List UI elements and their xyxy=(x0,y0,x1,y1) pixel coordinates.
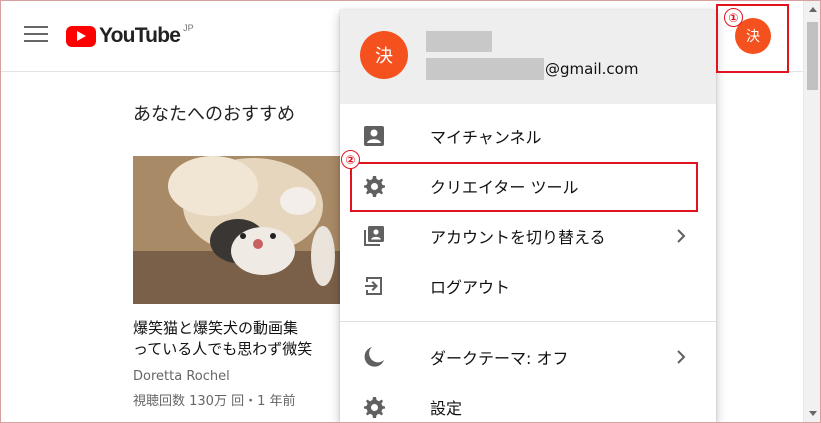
logo-region: JP xyxy=(183,23,194,33)
chevron-right-icon xyxy=(677,229,686,243)
account-menu: 決 @gmail.com マイチャンネル クリエイター ツール アカウントを切り… xyxy=(340,10,716,423)
gear-icon xyxy=(364,397,385,418)
annotation-marker-1: ① xyxy=(724,8,743,27)
menu-item-label: ログアウト xyxy=(430,278,511,297)
menu-item-label: アカウントを切り替える xyxy=(430,228,606,247)
section-title: あなたへのおすすめ xyxy=(133,104,295,125)
moon-icon xyxy=(364,347,384,367)
hamburger-menu-icon[interactable] xyxy=(24,26,48,46)
scroll-down-arrow-icon[interactable] xyxy=(809,411,817,416)
email-suffix: @gmail.com xyxy=(545,60,639,78)
menu-item-label: マイチャンネル xyxy=(430,128,542,147)
video-title[interactable]: 爆笑猫と爆笑犬の動画集 っている人でも思わず微笑 xyxy=(133,318,343,360)
page-scrollbar[interactable] xyxy=(803,0,821,423)
scroll-up-arrow-icon[interactable] xyxy=(809,7,817,12)
switch-account-icon xyxy=(364,226,384,246)
channel-name[interactable]: Doretta Rochel xyxy=(133,369,230,384)
annotation-marker-2: ② xyxy=(341,150,360,169)
youtube-logo[interactable]: YouTube JP xyxy=(66,23,194,48)
account-box-icon xyxy=(364,126,384,146)
video-meta: 視聴回数 130万 回・1 年前 xyxy=(133,394,296,409)
menu-item-my-channel[interactable]: マイチャンネル xyxy=(340,111,716,161)
menu-item-label: クリエイター ツール xyxy=(430,178,579,197)
gear-icon xyxy=(364,176,385,197)
account-avatar: 決 xyxy=(360,31,408,79)
menu-divider xyxy=(340,321,716,322)
redacted-email xyxy=(426,58,544,80)
menu-item-settings[interactable]: 設定 xyxy=(340,382,716,423)
scroll-thumb[interactable] xyxy=(807,22,818,90)
menu-item-switch-account[interactable]: アカウントを切り替える xyxy=(340,211,716,261)
menu-item-dark-theme[interactable]: ダークテーマ: オフ xyxy=(340,332,716,382)
logout-icon xyxy=(365,277,382,295)
youtube-play-icon xyxy=(66,25,96,47)
redacted-name xyxy=(426,31,492,52)
menu-item-label: ダークテーマ: オフ xyxy=(430,349,569,368)
logo-text: YouTube xyxy=(99,24,181,47)
menu-item-creator-tools[interactable]: クリエイター ツール xyxy=(340,161,716,211)
chevron-right-icon xyxy=(677,350,686,364)
menu-item-logout[interactable]: ログアウト xyxy=(340,261,716,311)
account-header: 決 @gmail.com xyxy=(340,10,716,104)
video-thumbnail[interactable] xyxy=(133,156,348,304)
menu-item-label: 設定 xyxy=(430,399,463,418)
